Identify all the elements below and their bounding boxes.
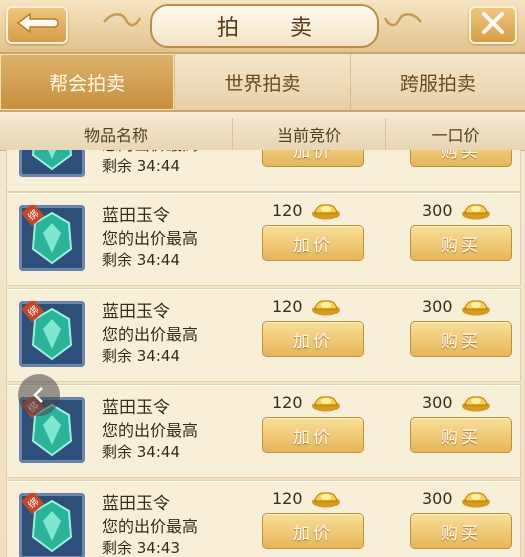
buyout-price: 300 [422,201,491,220]
jade-icon [31,150,73,171]
auction-window: 拍 卖 帮会拍卖 世界拍卖 跨服拍卖 物品名称 当前竞价 一口价 绑蓝田玉令您的… [0,0,525,557]
tab-guild-auction[interactable]: 帮会拍卖 [0,54,176,110]
list-item[interactable]: 绑蓝田玉令您的出价最高剩余 34:44 120 300 加价 购买 [6,288,521,382]
column-buyout: 一口价 [431,126,480,145]
gold-ingot-icon [311,203,340,219]
item-time-remaining: 剩余 34:44 [102,251,180,269]
gold-ingot-icon [311,299,340,315]
title-plate: 拍 卖 [150,4,379,48]
current-bid-price: 120 [272,489,341,508]
current-bid-value: 120 [272,297,303,316]
gold-ingot-icon [311,491,340,507]
item-name: 蓝田玉令 [102,494,170,514]
gold-ingot-icon [461,491,490,507]
chevron-left-icon [33,387,43,403]
item-name: 蓝田玉令 [102,302,170,322]
item-time-remaining: 剩余 34:43 [102,539,180,557]
tab-cross-server-auction[interactable]: 跨服拍卖 [351,54,525,110]
raise-bid-button[interactable]: 加价 [262,417,364,453]
back-button[interactable] [6,6,68,44]
buyout-value: 300 [422,297,453,316]
item-time-remaining: 剩余 34:44 [102,157,180,175]
jade-token-item-icon[interactable]: 绑 [19,301,85,367]
buyout-value: 300 [422,393,453,412]
item-status: 您的出价最高 [102,325,199,344]
item-status: 您的出价最高 [102,229,199,248]
gold-ingot-icon [461,203,490,219]
tab-world-auction[interactable]: 世界拍卖 [175,54,351,110]
current-bid-value: 120 [272,201,303,220]
raise-bid-button[interactable]: 加价 [262,225,364,261]
list-item[interactable]: 绑蓝田玉令您的出价最高剩余 34:44120300加价购买 [6,384,521,478]
item-name: 蓝田玉令 [102,398,170,418]
buyout-price: 300 [422,297,491,316]
close-icon [480,10,506,40]
column-item-name: 物品名称 [0,118,233,150]
current-bid-value: 120 [272,393,303,412]
tab-bar: 帮会拍卖 世界拍卖 跨服拍卖 [0,54,525,112]
buyout-value: 300 [422,489,453,508]
ornament-right-icon [383,13,422,27]
item-time-remaining: 剩余 34:44 [102,443,180,461]
close-button[interactable] [469,6,517,44]
jade-token-item-icon[interactable]: 绑 [19,205,85,271]
buy-now-button[interactable]: 购买 [410,321,512,357]
buyout-price: 300 [422,489,491,508]
buyout-price: 300 [422,393,491,412]
item-status: 您的出价最高 [102,421,199,440]
list-item[interactable]: 绑蓝田玉令您的出价最高剩余 34:44120300加价购买 [6,150,521,192]
buy-now-button[interactable]: 购买 [410,513,512,549]
buy-now-button[interactable]: 购买 [410,150,512,167]
list-item[interactable]: 绑蓝田玉令您的出价最高 剩余 34:43 120 300 加价 购买 [6,480,521,557]
auction-list[interactable]: 绑蓝田玉令您的出价最高剩余 34:44120300加价购买绑蓝田玉令您的出价最高… [0,150,525,557]
item-name: 蓝田玉令 [102,206,170,226]
header-bar: 拍 卖 [0,0,525,54]
raise-bid-button[interactable]: 加价 [262,513,364,549]
current-bid-value: 120 [272,489,303,508]
current-bid-price: 120 [272,297,341,316]
buy-now-button[interactable]: 购买 [410,417,512,453]
list-item[interactable]: 绑蓝田玉令您的出价最高剩余 34:44 120 300 加价 购买 [6,192,521,286]
buy-now-button[interactable]: 购买 [410,225,512,261]
ornament-left-icon [103,13,142,27]
gold-ingot-icon [461,299,490,315]
item-status: 您的出价最高 [102,517,199,536]
gold-ingot-icon [461,395,490,411]
jade-token-item-icon[interactable]: 绑 [19,150,85,177]
raise-bid-button[interactable]: 加价 [262,150,364,167]
current-bid-price: 120 [272,393,341,412]
column-header-row: 物品名称 当前竞价 一口价 [0,118,525,151]
current-bid-price: 120 [272,201,341,220]
back-arrow-icon [14,11,60,39]
gold-ingot-icon [311,395,340,411]
item-time-remaining: 剩余 34:44 [102,347,180,365]
jade-token-item-icon[interactable]: 绑 [19,493,85,557]
buyout-value: 300 [422,201,453,220]
raise-bid-button[interactable]: 加价 [262,321,364,357]
column-current-bid: 当前竞价 [233,118,386,150]
scroll-handle[interactable] [18,374,60,416]
page-title: 拍 卖 [217,16,334,41]
